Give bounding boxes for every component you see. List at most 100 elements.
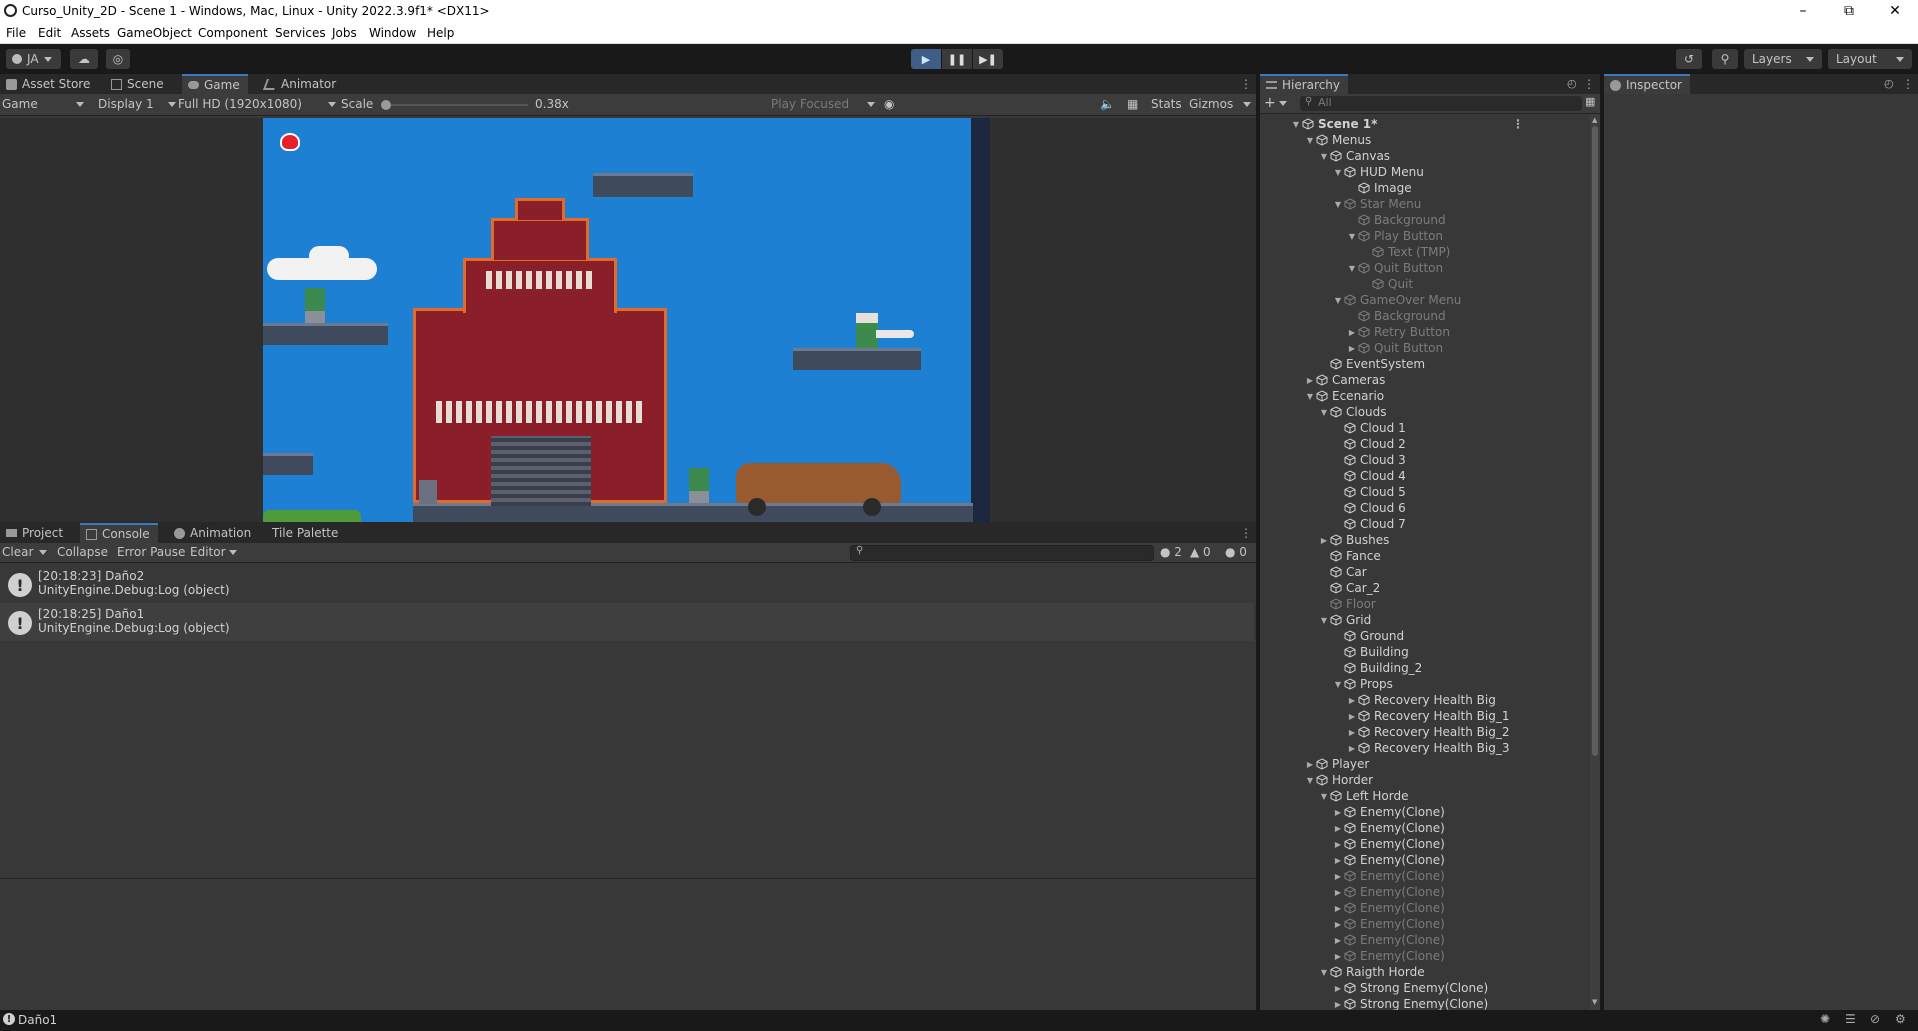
layout-dropdown[interactable]: Layout bbox=[1828, 49, 1912, 69]
fold-closed-icon[interactable]: ▶ bbox=[1346, 696, 1358, 705]
mute-audio-icon[interactable]: 🔈 bbox=[1100, 97, 1115, 113]
fold-open-icon[interactable]: ▼ bbox=[1346, 232, 1358, 241]
menu-jobs[interactable]: Jobs bbox=[332, 26, 357, 40]
settings-icon[interactable]: ⚙ bbox=[1895, 1012, 1906, 1026]
grid-view-icon[interactable]: ▦ bbox=[1127, 97, 1138, 113]
fold-closed-icon[interactable]: ▶ bbox=[1304, 760, 1316, 769]
maximize-icon[interactable]: ⧉ bbox=[1826, 0, 1872, 22]
hierarchy-item[interactable]: ▼ Canvas bbox=[1318, 148, 1390, 164]
search-icon[interactable]: ⚲ bbox=[1712, 49, 1738, 69]
log-count-toggle[interactable]: ● 2 bbox=[1160, 545, 1182, 561]
tab-hierarchy[interactable]: Hierarchy bbox=[1260, 74, 1349, 94]
hierarchy-search-input[interactable]: ⚲ All bbox=[1300, 96, 1582, 111]
display-dropdown[interactable]: Display 1 bbox=[98, 97, 176, 113]
fold-closed-icon[interactable]: ▶ bbox=[1332, 888, 1344, 897]
fold-closed-icon[interactable]: ▶ bbox=[1318, 536, 1330, 545]
hierarchy-item[interactable]: ▶ Enemy(Clone) bbox=[1332, 804, 1445, 820]
hierarchy-item[interactable]: ▶ Enemy(Clone) bbox=[1332, 836, 1445, 852]
hierarchy-item[interactable]: ▼ Raigth Horde bbox=[1318, 964, 1425, 980]
hierarchy-item[interactable]: Building bbox=[1332, 644, 1409, 660]
hierarchy-item[interactable]: ▼ Quit Button bbox=[1346, 260, 1443, 276]
hierarchy-item[interactable]: ▼ Props bbox=[1332, 676, 1393, 692]
hierarchy-item[interactable]: Fance bbox=[1318, 548, 1381, 564]
fold-closed-icon[interactable]: ▶ bbox=[1332, 840, 1344, 849]
status-message[interactable]: Daño1 bbox=[18, 1013, 57, 1027]
scale-slider-handle[interactable] bbox=[381, 100, 391, 110]
fold-open-icon[interactable]: ▼ bbox=[1290, 120, 1302, 129]
minimize-icon[interactable]: – bbox=[1780, 0, 1826, 22]
collapse-button[interactable]: Collapse bbox=[57, 545, 108, 561]
hierarchy-item[interactable]: ▶ Enemy(Clone) bbox=[1332, 868, 1445, 884]
play-focused-dropdown[interactable]: Play Focused bbox=[771, 97, 876, 113]
hierarchy-item[interactable]: ▶ Recovery Health Big_1 bbox=[1346, 708, 1510, 724]
fold-open-icon[interactable]: ▼ bbox=[1304, 136, 1316, 145]
more-options-icon[interactable]: ⋮ bbox=[1902, 77, 1914, 91]
hierarchy-item[interactable]: Cloud 2 bbox=[1332, 436, 1406, 452]
debug-icon[interactable]: ✺ bbox=[1820, 1012, 1830, 1026]
hierarchy-item[interactable]: ▼ HUD Menu bbox=[1332, 164, 1424, 180]
hierarchy-item[interactable]: ▼ Grid bbox=[1318, 612, 1371, 628]
tab-console[interactable]: Console bbox=[80, 523, 158, 543]
lock-icon[interactable]: ◴ bbox=[1884, 77, 1894, 90]
close-icon[interactable]: ✕ bbox=[1872, 0, 1918, 22]
auto-generate-icon[interactable]: ⊘ bbox=[1870, 1012, 1880, 1026]
account-dropdown[interactable]: JA bbox=[6, 49, 61, 69]
hierarchy-item[interactable]: Ground bbox=[1332, 628, 1404, 644]
lock-icon[interactable]: ◴ bbox=[1567, 77, 1577, 90]
fold-open-icon[interactable]: ▼ bbox=[1304, 776, 1316, 785]
error-count-toggle[interactable]: ● 0 bbox=[1225, 545, 1247, 561]
console-log-row[interactable]: ! [20:18:25] Daño1 UnityEngine.Debug:Log… bbox=[0, 603, 1254, 641]
hierarchy-item[interactable]: ▶ Recovery Health Big_3 bbox=[1346, 740, 1510, 756]
step-button[interactable]: ▶❚ bbox=[973, 49, 1003, 69]
hierarchy-item[interactable]: ▼ Horder bbox=[1304, 772, 1373, 788]
fold-open-icon[interactable]: ▼ bbox=[1318, 408, 1330, 417]
view-mode-dropdown[interactable]: Game bbox=[2, 97, 84, 113]
tab-animation[interactable]: Animation bbox=[168, 523, 259, 543]
fold-open-icon[interactable]: ▼ bbox=[1332, 296, 1344, 305]
tab-animator[interactable]: Animator bbox=[259, 74, 344, 94]
resolution-dropdown[interactable]: Full HD (1920x1080) bbox=[178, 97, 336, 113]
tab-asset-store[interactable]: Asset Store bbox=[0, 74, 98, 94]
hierarchy-item[interactable]: EventSystem bbox=[1318, 356, 1425, 372]
menu-help[interactable]: Help bbox=[427, 26, 454, 40]
menu-assets[interactable]: Assets bbox=[71, 26, 110, 40]
layers-dropdown[interactable]: Layers bbox=[1744, 49, 1822, 69]
pause-button[interactable]: ❚❚ bbox=[942, 49, 972, 69]
hierarchy-item[interactable]: ▼ Menus bbox=[1304, 132, 1371, 148]
hierarchy-item[interactable]: ▶ Enemy(Clone) bbox=[1332, 932, 1445, 948]
fold-closed-icon[interactable]: ▶ bbox=[1332, 904, 1344, 913]
fold-closed-icon[interactable]: ▶ bbox=[1332, 856, 1344, 865]
fold-closed-icon[interactable]: ▶ bbox=[1346, 344, 1358, 353]
hierarchy-item[interactable]: Cloud 6 bbox=[1332, 500, 1406, 516]
hierarchy-item[interactable]: Car_2 bbox=[1318, 580, 1380, 596]
menu-window[interactable]: Window bbox=[369, 26, 416, 40]
play-button[interactable]: ▶ bbox=[911, 49, 941, 69]
menu-file[interactable]: File bbox=[6, 26, 26, 40]
hierarchy-item[interactable]: Image bbox=[1346, 180, 1412, 196]
hierarchy-item[interactable]: ▼ Ecenario bbox=[1304, 388, 1384, 404]
hierarchy-item[interactable]: ▶ Strong Enemy(Clone) bbox=[1332, 980, 1488, 996]
game-canvas[interactable] bbox=[263, 118, 990, 522]
hierarchy-scrollbar[interactable]: ▲ ▼ bbox=[1590, 114, 1600, 1010]
scale-slider[interactable] bbox=[381, 100, 528, 110]
fold-open-icon[interactable]: ▼ bbox=[1318, 968, 1330, 977]
fold-closed-icon[interactable]: ▶ bbox=[1332, 920, 1344, 929]
more-options-icon[interactable]: ⋮ bbox=[1240, 77, 1252, 91]
menu-edit[interactable]: Edit bbox=[38, 26, 61, 40]
clear-dropdown[interactable]: Clear bbox=[2, 545, 48, 561]
fold-open-icon[interactable]: ▼ bbox=[1318, 152, 1330, 161]
hierarchy-item[interactable]: Text (TMP) bbox=[1360, 244, 1450, 260]
hierarchy-item[interactable]: Building_2 bbox=[1332, 660, 1422, 676]
console-detail-divider[interactable] bbox=[0, 878, 1256, 879]
fold-open-icon[interactable]: ▼ bbox=[1304, 392, 1316, 401]
fold-open-icon[interactable]: ▼ bbox=[1332, 200, 1344, 209]
hierarchy-item[interactable]: ▶ Player bbox=[1304, 756, 1369, 772]
fold-closed-icon[interactable]: ▶ bbox=[1332, 1000, 1344, 1009]
fold-open-icon[interactable]: ▼ bbox=[1332, 168, 1344, 177]
console-log-row[interactable]: ! [20:18:23] Daño2 UnityEngine.Debug:Log… bbox=[0, 565, 1254, 603]
hierarchy-item[interactable]: ▶ Enemy(Clone) bbox=[1332, 820, 1445, 836]
fold-closed-icon[interactable]: ▶ bbox=[1332, 936, 1344, 945]
hierarchy-item[interactable]: ▶ Bushes bbox=[1318, 532, 1389, 548]
more-options-icon[interactable]: ⋮ bbox=[1240, 526, 1252, 540]
fold-closed-icon[interactable]: ▶ bbox=[1332, 808, 1344, 817]
